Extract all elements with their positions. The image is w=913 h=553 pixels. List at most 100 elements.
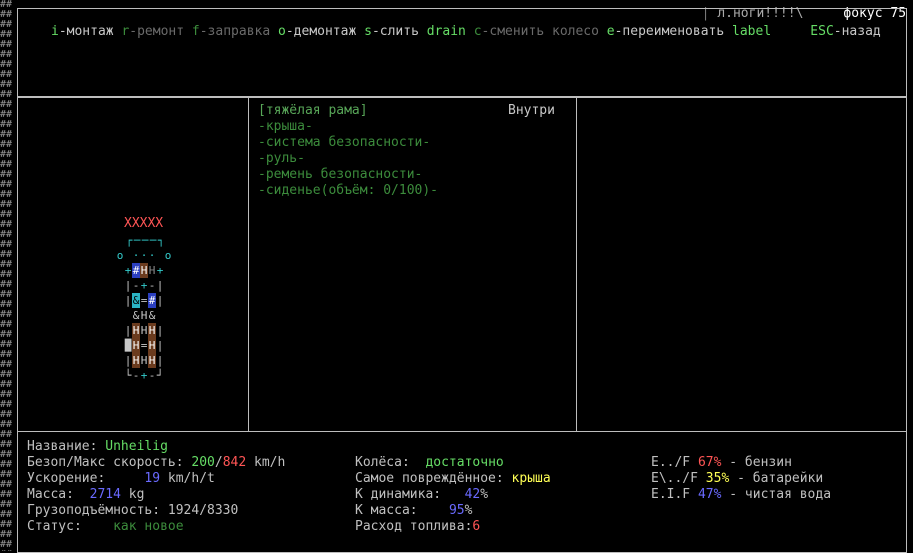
vehicle-tile[interactable]: | [124,293,132,308]
tank-gauge: E\../F [651,471,706,486]
vehicle-tile[interactable]: █ [124,338,132,353]
frame-part-header[interactable]: [тяжёлая рама] [258,103,368,118]
vehicle-tile[interactable]: - [132,368,140,383]
vehicle-map-row: |-+-| [124,278,172,293]
hotkey-label[interactable]: label [732,24,771,39]
vehicle-tile[interactable]: ─ [141,233,149,248]
vehicle-tile[interactable]: └ [124,368,132,383]
vehicle-tile[interactable]: ─ [133,233,141,248]
hotkey-e[interactable]: e-переименовать [607,24,724,39]
hotkeys-bar: i-монтаж r-ремонт f-заправка o-демонтаж … [51,24,881,39]
vehicle-tile[interactable]: H [132,353,140,368]
tank-row: E../F 67% - бензин [651,455,831,471]
part-item[interactable]: -руль- [258,151,438,167]
vehicle-tile[interactable]: H [132,338,140,353]
vehicle-tile[interactable]: H [132,323,140,338]
stat-status: Статус: как новое [27,519,184,534]
vehicle-tile[interactable]: ┌ [125,233,133,248]
part-item[interactable]: -ремень безопасности- [258,167,438,183]
vehicle-map-row: &H& [124,308,172,323]
vehicle-map-row: |&=#| [124,293,172,308]
vehicle-tile[interactable]: & [148,308,156,323]
vehicle-tile[interactable]: + [140,278,148,293]
vehicle-tile[interactable]: | [156,278,164,293]
vehicle-tile[interactable]: H [148,263,156,278]
vehicle-tile[interactable]: · [148,248,156,263]
vehicle-tile[interactable]: # [132,263,140,278]
vehicle-tile[interactable]: - [148,368,156,383]
stat-name: Название: Unheilig [27,439,168,454]
vehicle-tile[interactable]: · [140,248,148,263]
vehicle-tile[interactable]: ┐ [157,233,165,248]
part-item[interactable]: -сиденье(объём: 0/100)- [258,183,438,199]
part-item[interactable]: -крыша- [258,119,438,135]
tank-percent: 35% [705,471,730,486]
hotkey-key: f [191,24,200,39]
stat-mass: Масса: 2714 kg [27,487,145,502]
hotkey-label: -ремонт [129,24,185,39]
vehicle-tile[interactable]: ─ [149,233,157,248]
stat-damaged: Самое повреждённое: крыша [355,471,551,486]
part-item[interactable]: -система безопасности- [258,135,438,151]
vehicle-tile[interactable]: + [124,263,132,278]
vehicle-tile[interactable]: - [132,278,140,293]
vehicle-tile[interactable]: = [140,293,148,308]
hotkey-esc[interactable]: ESC-назад [810,24,880,39]
vehicle-tile[interactable]: | [156,338,164,353]
hotkey-drain[interactable]: drain [427,24,466,39]
stat-wheels: Колёса: достаточно [355,455,504,470]
vehicle-tile[interactable]: | [124,353,132,368]
vehicle-tile[interactable]: + [140,368,148,383]
hotkey-key: label [732,24,772,39]
tanks-list: E../F 67% - бензин E\../F 35% - батарейки… [651,455,831,503]
vehicle-tile[interactable]: H [140,353,148,368]
vehicle-map-row: |HHH| [124,323,172,338]
hotkey-o[interactable]: o-демонтаж [278,24,356,39]
hotkey-key: s [364,24,372,39]
vehicle-tile[interactable]: · [132,248,140,263]
vehicle-map-row: ┌───┐ [125,233,172,248]
hotkey-f[interactable]: f-заправка [192,24,270,39]
vehicle-tile[interactable]: H [140,263,148,278]
hotkey-label: -демонтаж [285,24,357,39]
vehicle-tile[interactable]: = [140,338,148,353]
vehicle-tile[interactable]: ┘ [156,368,164,383]
stat-fuel-use: Расход топлива:6 [355,519,481,534]
tank-gauge: E../F [651,455,698,470]
parts-list: -крыша- -система безопасности- -руль- -реме… [258,119,438,199]
vehicle-tile[interactable] [156,308,164,323]
vehicle-tile[interactable]: o [116,248,124,263]
hotkey-s[interactable]: s-слить [364,24,419,39]
vehicle-map-row: +#HH+ [124,263,172,278]
tank-name: - батарейки [729,471,824,486]
vehicle-tile[interactable]: # [148,293,156,308]
part-location: Внутри [508,103,555,118]
vehicle-tile[interactable]: H [140,323,148,338]
vehicle-tile[interactable]: | [156,293,164,308]
vehicle-tile[interactable]: H [148,323,156,338]
vehicle-tile[interactable]: + [156,263,164,278]
vehicle-tile[interactable]: o [164,248,172,263]
vehicle-tile[interactable]: - [148,278,156,293]
tank-row: E.I.F 47% - чистая вода [651,487,831,503]
hotkey-key: e [606,24,615,39]
vehicle-tile[interactable]: | [124,278,132,293]
hotkey-label: -слить [371,24,419,39]
vehicle-tile[interactable]: | [156,323,164,338]
vehicle-tile[interactable]: H [148,353,156,368]
hotkey-c[interactable]: c-сменить колесо [474,24,599,39]
vehicle-tile[interactable]: H [148,338,156,353]
vehicle-tile[interactable] [156,248,164,263]
vehicle-tile[interactable]: & [132,308,140,323]
vehicle-tile[interactable]: & [132,293,140,308]
vehicle-tile[interactable]: | [156,353,164,368]
details-panel [576,96,907,432]
vehicle-tile[interactable] [124,308,132,323]
vehicle-map-row: █H=H| [124,338,172,353]
hotkey-i[interactable]: i-монтаж [51,24,114,39]
vehicle-tile[interactable] [124,248,132,263]
vehicle-tile[interactable]: | [124,323,132,338]
hotkey-key: ESC [810,24,834,39]
vehicle-tile[interactable]: H [140,308,148,323]
hotkey-r[interactable]: r-ремонт [121,24,184,39]
